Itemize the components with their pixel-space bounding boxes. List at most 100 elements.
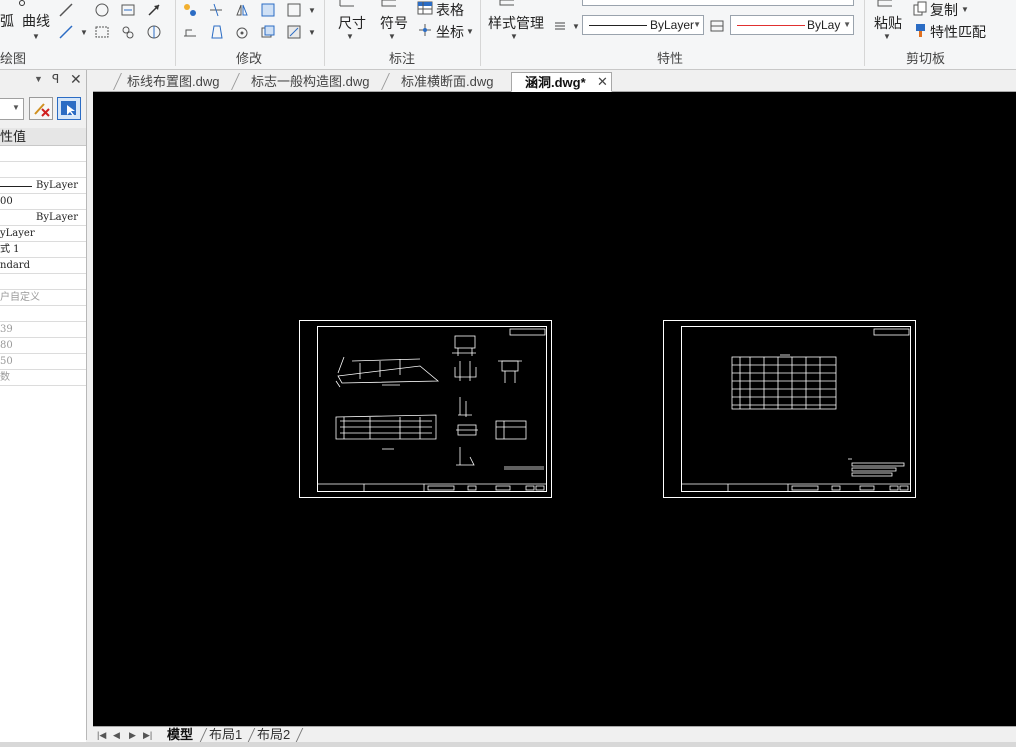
property-row[interactable]: 80 [0,338,86,354]
property-list: ByLayer 00 ByLayer yLayer 式 1 ndard 户自定义 39 80 50… [0,146,86,747]
close-icon[interactable]: ✕ [70,71,82,88]
edit-dropdown-caret[interactable]: ▼ [308,28,316,37]
paste-dropdown-caret[interactable]: ▼ [883,32,891,41]
property-row[interactable] [0,146,86,162]
copy-dropdown-caret[interactable]: ▼ [961,5,969,14]
edit-icon[interactable] [286,24,302,40]
property-row[interactable]: ByLayer [0,178,86,194]
property-value: 50 [0,356,13,367]
property-row[interactable]: 50 [0,354,86,370]
chevron-down-icon: ▼ [843,20,851,29]
trim-icon[interactable] [208,2,224,18]
property-row[interactable]: 数 [0,370,86,386]
array-dropdown-caret[interactable]: ▼ [308,6,316,15]
pin-icon[interactable]: ꟼ [52,72,59,86]
property-row[interactable]: 户自定义 [0,290,86,306]
rotate-icon[interactable] [234,24,250,40]
lineweight-sample [737,25,805,26]
drawing-sheet-2[interactable] [663,320,916,498]
sheet-1-drawing [318,328,546,492]
paste-button[interactable]: 粘贴 [874,13,902,33]
next-layout-icon[interactable]: ▶ [129,727,136,743]
dimension-dropdown-caret[interactable]: ▼ [346,32,354,41]
circle-icon[interactable] [94,2,110,18]
linetype-value: ByLayer [650,18,695,32]
move-icon[interactable] [182,2,198,18]
tab-handong-label: 涵洞.dwg* [525,75,586,90]
scale-icon[interactable] [260,2,276,18]
style-dropdown-caret[interactable]: ▼ [510,32,518,41]
tab-model[interactable]: 模型 [167,727,193,743]
dimension-button[interactable]: 尺寸 [338,13,366,33]
table-button[interactable]: 表格 [436,0,464,20]
lineweight-icon [555,22,565,30]
property-row[interactable]: ndard [0,258,86,274]
properties-panel: ▼ ꟼ ✕ ▼ 性值 ByLayer 00 ByLayer yLayer 式 1 ndar… [0,70,87,747]
property-row[interactable]: 39 [0,322,86,338]
mirror-icon[interactable] [234,2,250,18]
line-dropdown-caret[interactable]: ▼ [80,28,88,37]
xline-icon[interactable] [58,24,74,40]
arrow-icon[interactable] [146,2,162,18]
property-row[interactable]: yLayer [0,226,86,242]
select-objects-button[interactable] [57,97,81,120]
copy-button[interactable]: 复制 [930,0,958,20]
color-layer-combo[interactable] [582,0,854,6]
linetype-dropdown[interactable]: ByLayer ▼ [582,15,704,35]
property-value: ByLayer [36,212,78,223]
coordinate-dropdown-caret[interactable]: ▼ [466,27,474,36]
toggle-pickadd-button[interactable] [29,97,53,120]
style-manager-button[interactable]: 样式管理 [488,13,544,33]
tab-biaoxian[interactable]: 标线布置图.dwg [127,72,219,92]
property-row[interactable]: 00 [0,194,86,210]
copy-object-icon[interactable] [260,24,276,40]
property-value: 式 1 [0,244,20,255]
symbol-button[interactable]: 符号 [380,13,408,33]
lineweight-dropdown[interactable]: ByLay ▼ [730,15,854,35]
arc-tool-label[interactable]: 弧 [0,11,14,31]
table-icon[interactable] [417,0,433,16]
chevron-down-icon: ▼ [693,20,701,29]
line-icon[interactable] [58,2,74,18]
tab-layout1[interactable]: 布局1 [209,727,242,743]
property-value-header: 性值 [0,128,86,146]
region-icon[interactable] [120,24,136,40]
tab-layout2[interactable]: 布局2 [257,727,290,743]
drawing-canvas[interactable] [93,92,1016,726]
lineweight-caret[interactable]: ▼ [572,22,580,31]
array-icon[interactable] [286,2,302,18]
draw-group-label: 绘图 [0,51,27,66]
property-value: ndard [0,260,30,271]
boundary-icon[interactable] [146,24,162,40]
last-layout-icon[interactable]: ▶| [143,727,152,743]
tab-hengduanmian[interactable]: 标准横断面.dwg [401,72,493,92]
properties-group-label: 特性 [657,51,684,66]
first-layout-icon[interactable]: |◀ [97,727,106,743]
property-row[interactable]: ByLayer [0,210,86,226]
coordinate-button[interactable]: 坐标 [436,22,464,42]
clipboard-group-label: 剪切板 [906,51,946,66]
symbol-dropdown-caret[interactable]: ▼ [388,32,396,41]
prev-layout-icon[interactable]: ◀ [113,727,120,743]
document-tab-bar: 标线布置图.dwg 标志一般构造图.dwg 标准横断面.dwg 涵洞.dwg* … [93,70,1016,92]
close-tab-icon[interactable]: ✕ [597,74,608,90]
curve-dropdown-caret[interactable]: ▼ [32,32,40,41]
chevron-down-icon[interactable]: ▼ [34,74,43,84]
match-properties-button[interactable]: 特性匹配 [930,22,986,42]
offset-icon[interactable] [208,24,224,40]
object-type-select[interactable]: ▼ [0,98,24,120]
tab-biaozhi[interactable]: 标志一般构造图.dwg [251,72,369,92]
property-row[interactable] [0,274,86,290]
property-row[interactable]: 式 1 [0,242,86,258]
stretch-icon[interactable] [182,24,198,40]
property-value: yLayer [0,228,35,239]
rectangle-icon[interactable] [94,24,110,40]
property-row[interactable] [0,162,86,178]
panel-title-bar: ▼ ꟼ ✕ [0,70,87,92]
property-row[interactable] [0,306,86,322]
tab-separator [381,73,390,90]
hatch-icon[interactable] [120,2,136,18]
coordinate-icon[interactable] [417,22,433,38]
drawing-sheet-1[interactable] [299,320,552,498]
annotate-group-label: 标注 [389,51,416,66]
